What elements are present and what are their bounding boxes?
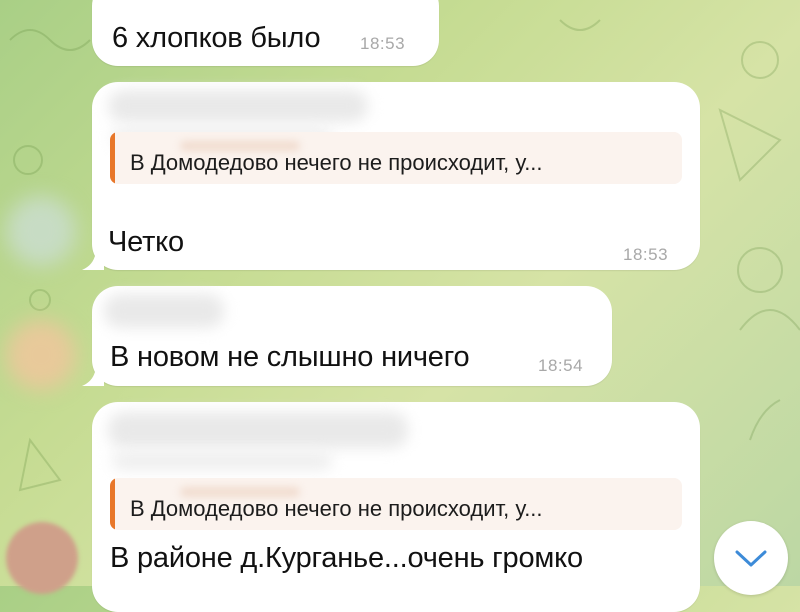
message-bubble[interactable]: 6 хлопков было 18:53 <box>92 0 439 66</box>
message-text: 6 хлопков было <box>112 22 321 54</box>
message-time: 18:53 <box>360 34 406 53</box>
message-bubble[interactable]: В новом не слышно ничего 18:54 <box>82 286 612 386</box>
reply-preview-text: В Домодедово нечего не происходит, у... <box>130 496 543 521</box>
message-time: 18:54 <box>538 356 584 375</box>
chevron-down-icon <box>735 550 767 567</box>
reply-accent-bar <box>110 478 115 530</box>
sender-name-redacted <box>108 90 368 122</box>
sender-name-redacted <box>112 452 332 470</box>
message-text: В районе д.Курганье...очень громко <box>110 542 583 574</box>
bubble-tail <box>82 248 104 270</box>
message-text: В новом не слышно ничего <box>110 341 470 373</box>
sender-name-redacted <box>108 412 408 448</box>
avatar[interactable] <box>6 320 76 390</box>
message-bubble[interactable]: В Домодедово нечего не происходит, у... … <box>82 82 700 270</box>
sender-name-redacted <box>104 294 224 328</box>
reply-preview-text: В Домодедово нечего не происходит, у... <box>130 150 543 175</box>
message-text: Четко <box>108 226 184 258</box>
reply-preview[interactable]: В Домодедово нечего не происходит, у... <box>110 132 682 184</box>
reply-accent-bar <box>110 132 115 184</box>
message-bubble[interactable]: В Домодедово нечего не происходит, у... … <box>92 402 700 612</box>
reply-preview[interactable]: В Домодедово нечего не происходит, у... <box>110 478 682 530</box>
avatar[interactable] <box>6 522 78 594</box>
avatar[interactable] <box>6 196 76 266</box>
message-time: 18:53 <box>623 245 669 264</box>
bubble-tail <box>82 364 104 386</box>
scroll-to-bottom-button[interactable] <box>714 521 788 595</box>
